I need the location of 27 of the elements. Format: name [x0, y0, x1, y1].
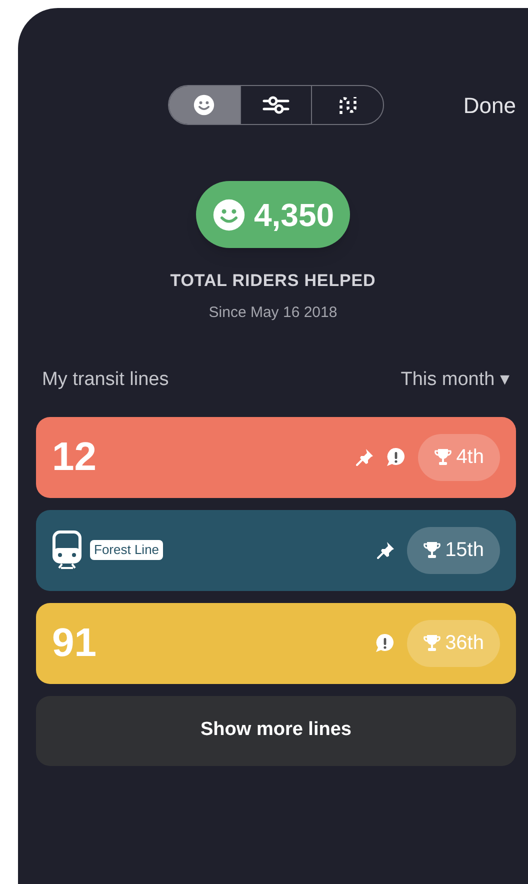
trophy-icon	[423, 634, 442, 652]
period-dropdown[interactable]: This month ▾	[400, 366, 522, 394]
alert-bubble-icon	[375, 633, 396, 653]
route-icon	[336, 94, 359, 116]
trophy-icon	[423, 541, 442, 559]
train-icon	[52, 530, 82, 570]
rank-badge: 36th	[407, 620, 500, 666]
smiley-icon	[212, 198, 246, 232]
rank-badge: 4th	[418, 434, 500, 480]
pin-icon	[356, 448, 374, 466]
line-number: 91	[52, 620, 96, 667]
sliders-icon	[262, 94, 290, 116]
transit-line-card[interactable]: Forest Line 15th	[36, 510, 516, 590]
total-label: TOTAL RIDERS HELPED	[170, 270, 376, 292]
smiley-icon	[193, 94, 216, 116]
tab[interactable]	[169, 86, 240, 124]
since-date: Since May 16 2018	[208, 302, 338, 322]
riders-count: 4,350	[254, 196, 334, 234]
done-button[interactable]: Done	[463, 88, 528, 122]
alert-bubble-icon	[386, 447, 406, 467]
section-title: My transit lines	[42, 368, 169, 392]
rank-badge: 15th	[407, 526, 500, 574]
show-more-button[interactable]: Show more lines	[36, 696, 516, 766]
line-number: 12	[52, 434, 96, 481]
trophy-icon	[434, 448, 452, 466]
pin-icon	[377, 541, 396, 559]
line-name-label: Forest Line	[90, 540, 164, 560]
